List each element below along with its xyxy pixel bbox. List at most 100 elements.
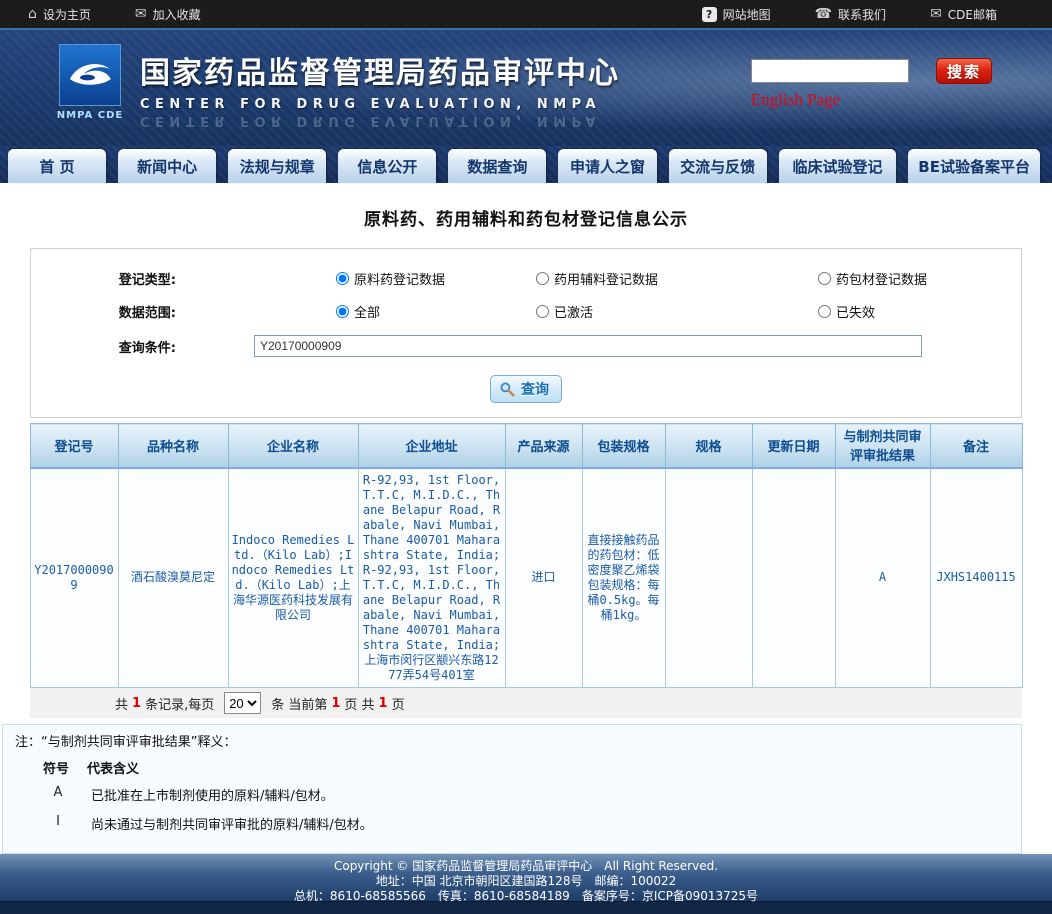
current-page: 1 <box>331 696 340 711</box>
cell-company-address: R-92,93, 1st Floor, T.T.C, M.I.D.C., Tha… <box>358 468 505 688</box>
cell-product-name: 酒石酸溴莫尼定 <box>118 468 228 688</box>
nmpa-cde-logo[interactable]: NMPA CDE <box>55 44 125 121</box>
magnifier-icon <box>499 381 515 397</box>
header-search-input[interactable] <box>751 59 909 83</box>
tab-be-trial-platform[interactable]: BE试验备案平台 <box>908 149 1040 183</box>
query-button-label: 查询 <box>521 379 549 399</box>
radio-scope-inactive-input[interactable] <box>818 305 831 318</box>
tab-news[interactable]: 新闻中心 <box>118 149 216 183</box>
query-button[interactable]: 查询 <box>490 375 562 403</box>
add-favorite-link[interactable]: ✉ 加入收藏 <box>135 6 201 23</box>
phone-icon: ☎ <box>815 7 832 21</box>
site-title-en: CENTER FOR DRUG EVALUATION, NMPA <box>140 97 620 112</box>
radio-scope-inactive[interactable]: 已失效 <box>818 302 875 321</box>
query-condition-label: 查询条件: <box>31 337 176 356</box>
tab-home[interactable]: 首 页 <box>8 149 106 183</box>
radio-scope-all[interactable]: 全部 <box>336 302 536 321</box>
cell-package-spec: 直接接触药品的药包材：低密度聚乙烯袋包装规格：每桶0.5kg。每桶1kg。 <box>582 468 665 688</box>
cell-spec <box>665 468 752 688</box>
reg-type-label: 登记类型: <box>31 269 176 288</box>
cde-mail-link[interactable]: ✉ CDE邮箱 <box>930 6 997 23</box>
col-remark: 备注 <box>930 424 1022 468</box>
col-reg-no: 登记号 <box>30 424 118 468</box>
data-scope-label: 数据范围: <box>31 302 176 321</box>
radio-excipient-input[interactable] <box>536 272 549 285</box>
cell-reg-no: Y20170000909 <box>30 468 118 688</box>
total-pages: 1 <box>379 696 388 711</box>
radio-packaging-data[interactable]: 药包材登记数据 <box>818 269 927 288</box>
sitemap-link[interactable]: ? 网站地图 <box>702 6 771 23</box>
cell-update-date <box>752 468 835 688</box>
radio-scope-active[interactable]: 已激活 <box>536 302 818 321</box>
cell-company-name: Indoco Remedies Ltd.（Kilo Lab）;Indoco Re… <box>228 468 358 688</box>
note-meaning-i: 尚未通过与制剂共同审评审批的原料/辅料/包材。 <box>91 814 373 833</box>
radio-raw-material-data[interactable]: 原料药登记数据 <box>336 269 536 288</box>
results-table: 登记号 品种名称 企业名称 企业地址 产品来源 包装规格 规格 更新日期 与制剂… <box>30 423 1023 688</box>
footer-address: 地址：中国 北京市朝阳区建国路128号 邮编：100022 <box>0 874 1052 889</box>
cell-review-result: A <box>835 468 930 688</box>
header-search-button[interactable]: 搜索 <box>936 58 992 84</box>
query-form: 登记类型: 原料药登记数据 药用辅料登记数据 药包材登记数据 数据范围: 全部 <box>30 248 1022 418</box>
radio-scope-active-input[interactable] <box>536 305 549 318</box>
cell-origin: 进口 <box>505 468 582 688</box>
tab-data-query[interactable]: 数据查询 <box>448 149 546 183</box>
col-package-spec: 包装规格 <box>582 424 665 468</box>
radio-raw-material-input[interactable] <box>336 272 349 285</box>
main-content: 原料药、药用辅料和药包材登记信息公示 登记类型: 原料药登记数据 药用辅料登记数… <box>0 183 1052 854</box>
pages-label: 页 <box>392 694 405 713</box>
mail-icon: ✉ <box>930 7 942 21</box>
radio-scope-all-input[interactable] <box>336 305 349 318</box>
set-homepage-link[interactable]: ⌂ 设为主页 <box>28 6 91 23</box>
radio-packaging-input[interactable] <box>818 272 831 285</box>
pagination-total-prefix: 共 <box>115 694 128 713</box>
site-title-en-reflection: CENTER FOR DRUG EVALUATION, NMPA <box>140 113 620 128</box>
site-title-cn: 国家药品监督管理局药品审评中心 <box>140 48 620 92</box>
records-label: 条记录,每页 <box>145 694 214 713</box>
footer-copyright: Copyright © 国家药品监督管理局药品审评中心 All Right Re… <box>0 859 1052 874</box>
add-favorite-label: 加入收藏 <box>153 6 201 23</box>
record-count: 1 <box>132 696 141 711</box>
english-page-link[interactable]: English Page <box>751 90 840 110</box>
per-page-label: 条 当前第 <box>271 694 327 713</box>
note-row-i: I 尚未通过与制剂共同审评审批的原料/辅料/包材。 <box>43 814 1011 833</box>
tab-clinical-trial-reg[interactable]: 临床试验登记 <box>779 149 897 183</box>
notes-title: 注：“与制剂共同审评审批结果”释义： <box>15 731 1011 750</box>
notes-col-meaning: 代表含义 <box>87 758 139 777</box>
page-label: 页 共 <box>344 694 374 713</box>
home-icon: ⌂ <box>28 7 37 21</box>
radio-excipient-data[interactable]: 药用辅料登记数据 <box>536 269 818 288</box>
col-company-name: 企业名称 <box>228 424 358 468</box>
table-header-row: 登记号 品种名称 企业名称 企业地址 产品来源 包装规格 规格 更新日期 与制剂… <box>30 424 1022 468</box>
contact-link[interactable]: ☎ 联系我们 <box>815 6 886 23</box>
col-review-result: 与制剂共同审评审批结果 <box>835 424 930 468</box>
top-utility-bar: ⌂ 设为主页 ✉ 加入收藏 ? 网站地图 ☎ 联系我们 ✉ CDE邮箱 <box>0 0 1052 30</box>
note-symbol-a: A <box>43 785 73 804</box>
envelope-icon: ✉ <box>135 7 147 21</box>
contact-label: 联系我们 <box>838 6 886 23</box>
sitemap-label: 网站地图 <box>723 6 771 23</box>
site-header: NMPA CDE 国家药品监督管理局药品审评中心 CENTER FOR DRUG… <box>0 30 1052 146</box>
main-navigation: 首 页 新闻中心 法规与规章 信息公开 数据查询 申请人之窗 交流与反馈 临床试… <box>0 146 1052 183</box>
logo-swoosh-icon <box>59 44 121 106</box>
tab-info-disclosure[interactable]: 信息公开 <box>338 149 436 183</box>
query-condition-input[interactable] <box>254 335 922 357</box>
page-title: 原料药、药用辅料和药包材登记信息公示 <box>0 193 1052 248</box>
logo-caption: NMPA CDE <box>55 110 125 121</box>
page-size-select[interactable]: 20 <box>224 692 261 714</box>
tab-regulations[interactable]: 法规与规章 <box>228 149 326 183</box>
col-spec: 规格 <box>665 424 752 468</box>
set-homepage-label: 设为主页 <box>43 6 91 23</box>
cell-remark: JXHS1400115 <box>930 468 1022 688</box>
note-symbol-i: I <box>43 814 73 833</box>
notes-col-symbol: 符号 <box>43 758 69 777</box>
table-row: Y20170000909 酒石酸溴莫尼定 Indoco Remedies Ltd… <box>30 468 1022 688</box>
notes-box: 注：“与制剂共同审评审批结果”释义： 符号 代表含义 A 已批准在上市制剂使用的… <box>2 724 1022 854</box>
col-origin: 产品来源 <box>505 424 582 468</box>
col-product-name: 品种名称 <box>118 424 228 468</box>
note-meaning-a: 已批准在上市制剂使用的原料/辅料/包材。 <box>91 785 334 804</box>
cde-mail-label: CDE邮箱 <box>948 6 997 23</box>
tab-applicant-window[interactable]: 申请人之窗 <box>558 149 656 183</box>
pagination-bar: 共 1 条记录,每页 20 条 当前第 1 页 共 1 页 <box>30 688 1022 718</box>
tab-feedback[interactable]: 交流与反馈 <box>669 149 767 183</box>
question-icon: ? <box>702 7 717 22</box>
